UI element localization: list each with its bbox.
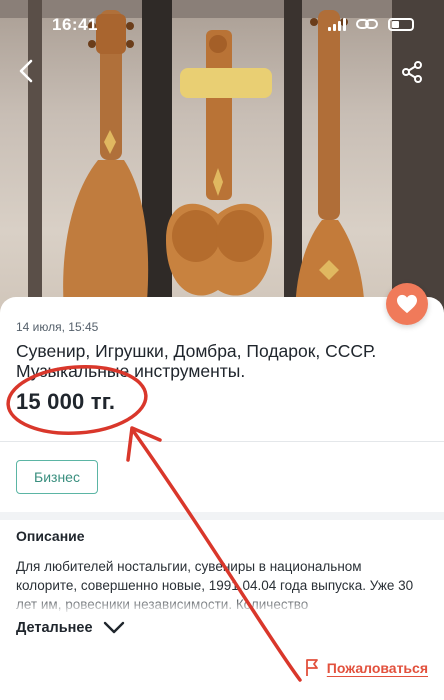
flag-icon	[305, 659, 318, 676]
signal-icon	[328, 17, 346, 31]
description-heading: Описание	[16, 528, 85, 544]
share-icon[interactable]	[400, 60, 424, 84]
status-time: 16:41	[52, 15, 98, 34]
dombra-right	[295, 10, 365, 330]
report-link[interactable]: Пожаловаться	[305, 659, 428, 677]
more-label: Детальнее	[16, 620, 93, 636]
battery-icon	[388, 17, 414, 31]
report-label: Пожаловаться	[326, 660, 428, 676]
instruments-illustration	[63, 10, 365, 330]
section-separator	[0, 512, 444, 520]
heart-icon	[397, 294, 417, 314]
listing-date: 14 июля, 15:45	[16, 320, 99, 334]
listing-title: Сувенир, Игрушки, Домбра, Подарок, СССР.…	[16, 341, 377, 381]
description-fade	[0, 596, 444, 614]
chevron-left-icon[interactable]	[14, 58, 40, 84]
chevron-down-icon	[103, 621, 124, 634]
more-button[interactable]: Детальнее	[16, 620, 125, 636]
favorite-button[interactable]	[386, 283, 428, 325]
link-icon	[356, 19, 378, 29]
kobyz-middle	[166, 30, 272, 296]
dombra-left	[63, 10, 149, 330]
status-icons	[328, 17, 414, 31]
divider	[0, 441, 444, 442]
listing-photo[interactable]: 16:41	[0, 0, 444, 330]
listing-price: 15 000 тг.	[16, 389, 116, 414]
business-badge[interactable]: Бизнес	[16, 460, 98, 494]
